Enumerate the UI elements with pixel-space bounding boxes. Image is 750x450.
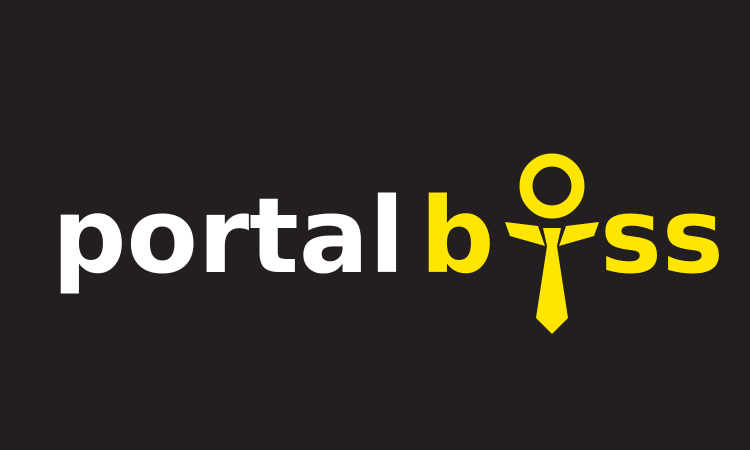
wordmark-b: b [420, 175, 494, 297]
logo-canvas: portal b ss portalboss [0, 0, 750, 450]
wordmark-portal: portal [52, 175, 405, 297]
portalboss-logo: portal b ss [52, 153, 724, 334]
boss-figure-icon [505, 153, 599, 334]
wordmark-ss: ss [600, 175, 724, 297]
